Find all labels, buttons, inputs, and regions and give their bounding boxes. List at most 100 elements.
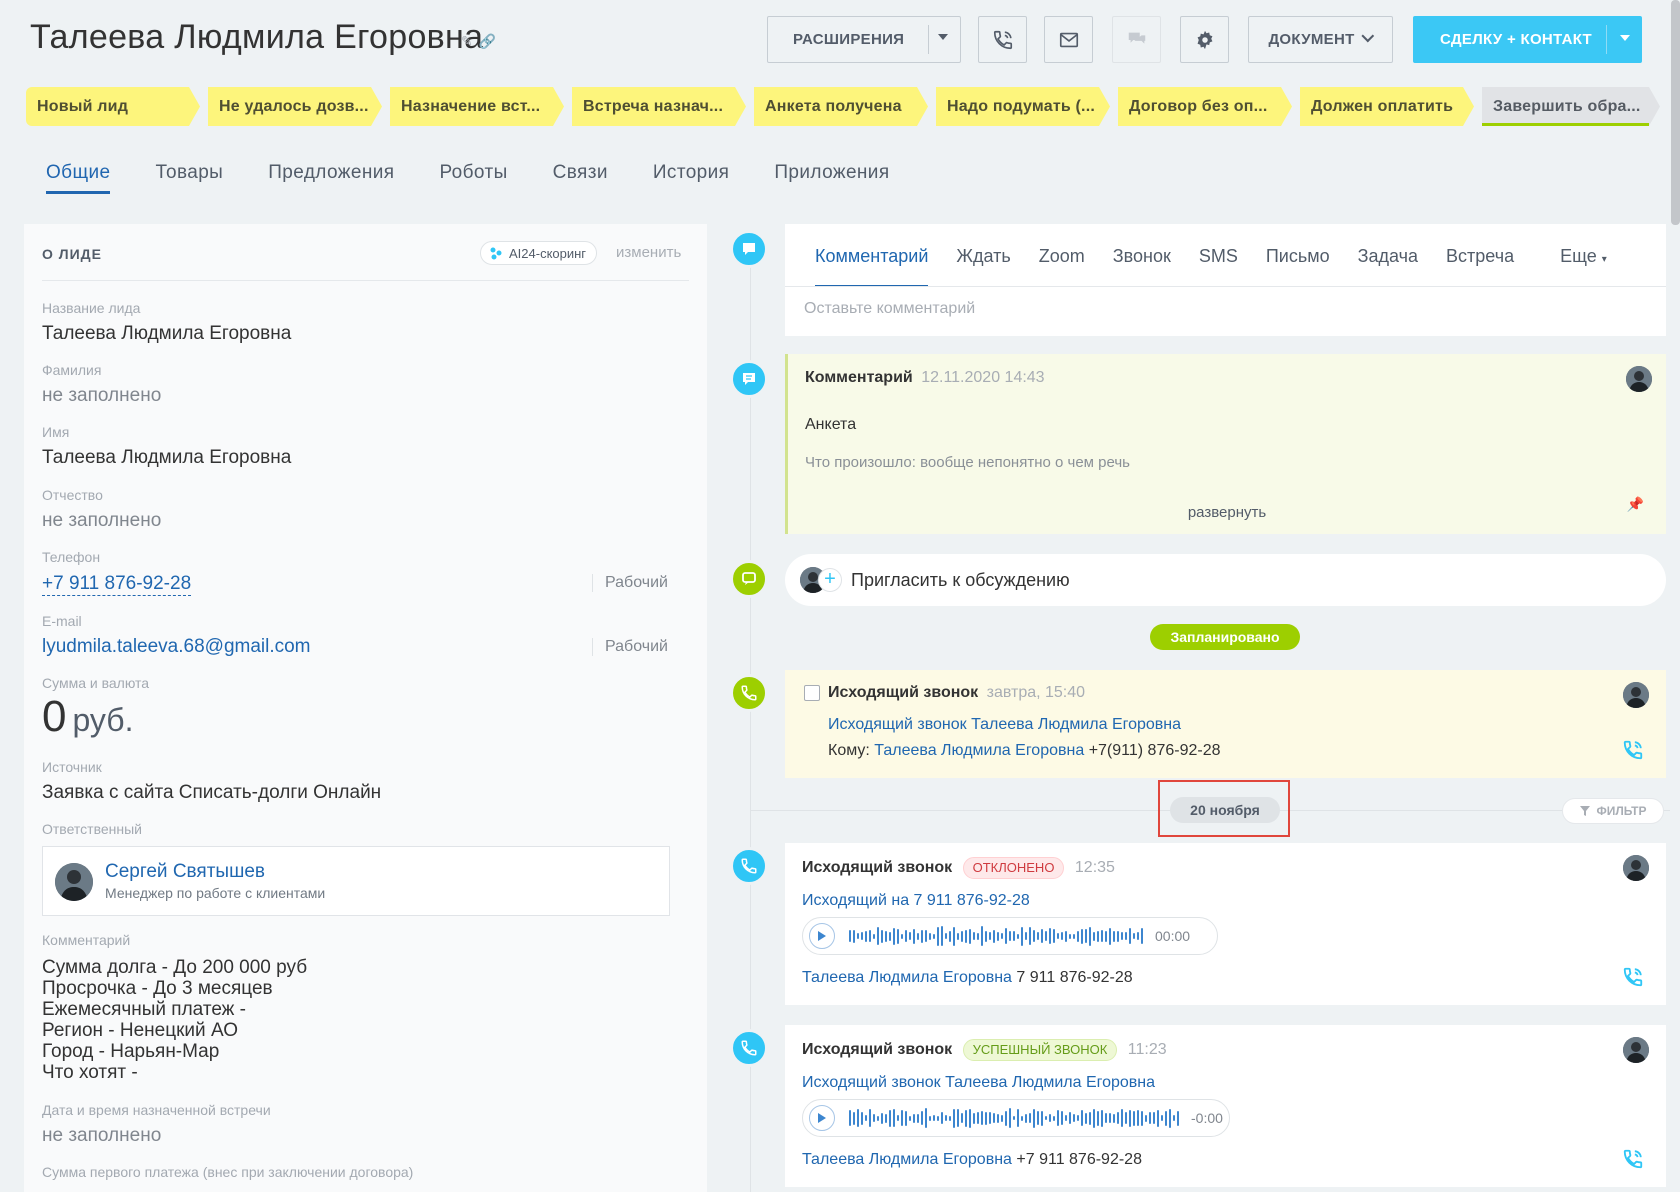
comment-input[interactable]: Оставьте комментарий xyxy=(804,300,975,318)
expand-link[interactable]: развернуть xyxy=(788,504,1666,521)
comment-card[interactable]: Комментарий 12.11.2020 14:43 Анкета Что … xyxy=(785,354,1666,534)
phone-icon[interactable] xyxy=(1622,966,1644,988)
call-card-success[interactable]: Исходящий звонок УСПЕШНЫЙ ЗВОНОК 11:23 И… xyxy=(785,1025,1666,1187)
phone-icon[interactable] xyxy=(1622,739,1644,761)
waveform-bar xyxy=(937,1115,939,1121)
audio-waveform[interactable] xyxy=(849,926,1143,946)
call-card-declined[interactable]: Исходящий звонок ОТКЛОНЕНО 12:35 Исходящ… xyxy=(785,843,1666,1005)
activity-composer: Комментарий Ждать Zoom Звонок SMS Письмо… xyxy=(785,224,1666,336)
tab-offers[interactable]: Предложения xyxy=(268,162,394,194)
waveform-bar xyxy=(969,928,971,944)
responsible-position: Менеджер по работе с клиентами xyxy=(105,885,326,901)
tab-products[interactable]: Товары xyxy=(155,162,223,194)
phone-icon[interactable] xyxy=(1622,1148,1644,1170)
waveform-bar xyxy=(1133,1110,1135,1126)
composer-tab-call[interactable]: Звонок xyxy=(1113,246,1171,287)
composer-tab-email[interactable]: Письмо xyxy=(1266,246,1330,287)
extensions-button[interactable]: РАСШИРЕНИЯ xyxy=(767,16,961,63)
call-time: 12:35 xyxy=(1074,859,1115,877)
responsible-name[interactable]: Сергей Святышев xyxy=(105,861,265,883)
tab-apps[interactable]: Приложения xyxy=(774,162,889,194)
stage-contract-unpaid[interactable]: Договор без оп... xyxy=(1118,87,1292,126)
stage-failed-call[interactable]: Не удалось дозв... xyxy=(208,87,382,126)
contact-name-link[interactable]: Талеева Людмила Егоровна xyxy=(802,1151,1012,1168)
pin-icon[interactable]: 📌 xyxy=(1627,496,1644,513)
invite-card[interactable]: + Пригласить к обсуждению xyxy=(785,554,1666,606)
user-photo-icon xyxy=(55,863,93,901)
waveform-bar xyxy=(1017,933,1019,939)
planned-call-subject[interactable]: Исходящий звонок Талеева Людмила Егоровн… xyxy=(828,716,1181,734)
link-icon[interactable]: 🔗 xyxy=(479,33,496,50)
waveform-bar xyxy=(965,1109,967,1127)
stage-meeting-scheduled[interactable]: Встреча назнач... xyxy=(572,87,746,126)
play-button[interactable] xyxy=(809,923,835,949)
settings-button[interactable] xyxy=(1180,16,1229,63)
waveform-bar xyxy=(929,1115,931,1121)
contact-name-link[interactable]: Талеева Людмила Егоровна xyxy=(802,969,1012,986)
waveform-bar xyxy=(933,1115,935,1121)
waveform-bar xyxy=(881,929,883,943)
composer-tab-comment[interactable]: Комментарий xyxy=(815,246,929,287)
edit-pencil-icon[interactable]: ✎ xyxy=(461,33,473,50)
waveform-bar xyxy=(893,1109,895,1127)
filter-button[interactable]: ФИЛЬТР xyxy=(1562,798,1664,824)
audio-waveform[interactable] xyxy=(849,1108,1179,1128)
composer-tab-zoom[interactable]: Zoom xyxy=(1039,246,1085,287)
stage-new-lead[interactable]: Новый лид xyxy=(26,87,200,126)
avatar[interactable] xyxy=(55,863,93,901)
tab-relations[interactable]: Связи xyxy=(553,162,608,194)
composer-tab-wait[interactable]: Ждать xyxy=(956,246,1010,287)
waveform-bar xyxy=(861,932,863,940)
ai-scoring-badge[interactable]: AI24-скоринг xyxy=(480,241,598,265)
avatar[interactable] xyxy=(1623,1037,1649,1063)
document-button[interactable]: ДОКУМЕНТ xyxy=(1248,16,1393,63)
composer-tab-more[interactable]: Еще ▾ xyxy=(1560,246,1607,287)
call-subject[interactable]: Исходящий звонок Талеева Людмила Егоровн… xyxy=(802,1074,1155,1092)
stage-scheduling[interactable]: Назначение вст... xyxy=(390,87,564,126)
waveform-bar xyxy=(937,926,939,946)
avatar[interactable] xyxy=(1623,855,1649,881)
tab-robots[interactable]: Роботы xyxy=(439,162,507,194)
stage-finish[interactable]: Завершить обра... xyxy=(1482,87,1660,126)
waveform-bar xyxy=(949,930,951,942)
chevron-down-icon[interactable] xyxy=(1620,35,1630,41)
page-scrollbar[interactable] xyxy=(1671,0,1680,225)
stage-form-received[interactable]: Анкета получена xyxy=(754,87,928,126)
source-value: Заявка с сайта Списать-долги Онлайн xyxy=(42,782,382,803)
play-button[interactable] xyxy=(809,1105,835,1131)
phone-icon xyxy=(741,858,757,874)
waveform-bar xyxy=(1109,927,1111,945)
waveform-bar xyxy=(1077,1115,1079,1121)
call-subject[interactable]: Исходящий на 7 911 876-92-28 xyxy=(802,892,1030,910)
change-link[interactable]: изменить xyxy=(616,244,681,261)
waveform-bar xyxy=(1121,932,1123,940)
phone-link[interactable]: +7 911 876-92-28 xyxy=(42,573,192,596)
waveform-bar xyxy=(1037,1111,1039,1125)
responsible-card[interactable]: Сергей Святышев Менеджер по работе с кли… xyxy=(42,846,670,916)
email-link[interactable]: lyudmila.taleeva.68@gmail.com xyxy=(42,636,311,658)
to-name-link[interactable]: Талеева Людмила Егоровна xyxy=(874,742,1084,759)
complete-checkbox[interactable] xyxy=(804,685,820,701)
composer-tab-meeting[interactable]: Встреча xyxy=(1446,246,1514,287)
audio-duration: 00:00 xyxy=(1155,928,1191,944)
email-button[interactable] xyxy=(1044,16,1093,63)
avatar[interactable] xyxy=(1626,366,1652,392)
stage-must-pay[interactable]: Должен оплатить xyxy=(1300,87,1474,126)
tab-history[interactable]: История xyxy=(653,162,729,194)
phone-label: Телефон xyxy=(42,549,101,565)
chevron-down-icon[interactable] xyxy=(938,34,948,40)
stage-thinking[interactable]: Надо подумать (... xyxy=(936,87,1110,126)
source-label: Источник xyxy=(42,759,102,775)
composer-tab-sms[interactable]: SMS xyxy=(1199,246,1238,287)
chat-button[interactable] xyxy=(1112,16,1161,63)
convert-deal-contact-button[interactable]: СДЕЛКУ + КОНТАКТ xyxy=(1413,16,1642,63)
waveform-bar xyxy=(1049,1114,1051,1122)
planned-call-card[interactable]: Исходящий звонок завтра, 15:40 Исходящий… xyxy=(785,670,1666,778)
tab-general[interactable]: Общие xyxy=(46,162,111,194)
composer-tab-task[interactable]: Задача xyxy=(1358,246,1418,287)
waveform-bar xyxy=(1013,931,1015,941)
add-participant-icon[interactable]: + xyxy=(818,568,842,592)
call-button[interactable] xyxy=(978,16,1027,63)
avatar[interactable] xyxy=(1623,682,1649,708)
lead-details-panel: О ЛИДЕ AI24-скоринг изменить Название ли… xyxy=(24,224,707,1192)
